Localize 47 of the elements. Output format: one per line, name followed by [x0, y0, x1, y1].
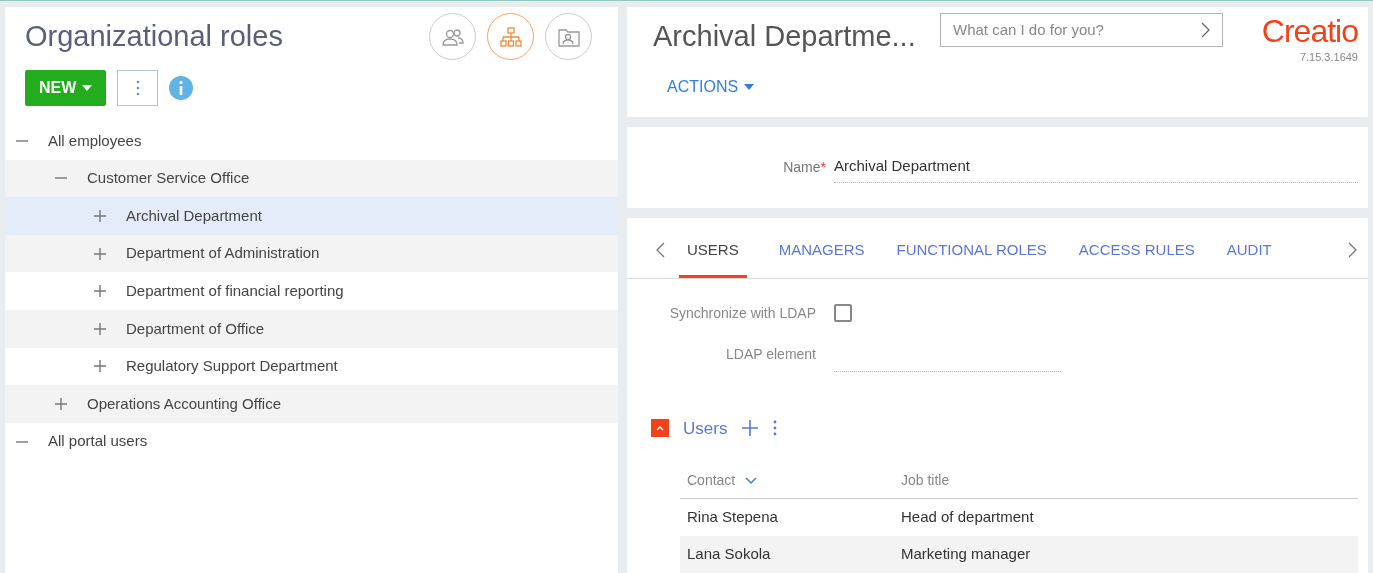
tab[interactable]: FUNCTIONAL ROLES — [896, 222, 1047, 278]
required-mark: * — [820, 158, 826, 175]
chevron-right-icon — [1201, 22, 1210, 38]
more-icon — [135, 80, 140, 96]
table-cell-text: Marketing manager — [901, 544, 1032, 565]
tree-item[interactable]: Customer Service Office — [5, 159, 618, 198]
field-label: LDAP element — [725, 345, 816, 364]
detail-title: Users — [683, 417, 728, 440]
expand-icon[interactable] — [54, 396, 68, 411]
more-button[interactable] — [117, 70, 159, 106]
search-field[interactable]: What can I do for you? — [940, 13, 1223, 47]
expand-icon[interactable] — [93, 209, 107, 223]
hierarchy-icon — [498, 25, 523, 48]
table-cell-text: Head of department — [901, 507, 1035, 528]
expand-icon[interactable] — [93, 359, 107, 374]
caret-icon — [82, 85, 93, 91]
actions-button[interactable]: ACTIONS — [667, 75, 755, 99]
table-cell-text: Lana Sokola — [686, 544, 772, 565]
column-header[interactable]: Job title — [901, 470, 1358, 491]
tab[interactable]: ACCESS RULES — [1078, 222, 1195, 278]
table-cell-text: Rina Stepena — [686, 507, 779, 528]
chevron-up-icon — [655, 424, 665, 433]
expand-icon[interactable] — [93, 284, 107, 299]
info-icon[interactable] — [169, 76, 194, 100]
page-title: Organizational roles — [25, 18, 283, 54]
more-icon[interactable] — [773, 420, 778, 437]
logo: Creatio — [1261, 12, 1358, 51]
checkbox[interactable] — [834, 304, 852, 322]
tab[interactable]: MANAGERS — [778, 222, 865, 278]
version-text: 7.15.3.1649 — [1299, 51, 1358, 63]
field-label: Name — [783, 158, 821, 175]
sort-down-icon — [745, 476, 758, 485]
tree-item[interactable]: Department of Administration — [5, 234, 618, 273]
field-label: Synchronize with LDAP — [668, 303, 816, 323]
tree-item[interactable]: Operations Accounting Office — [5, 385, 618, 423]
expand-icon[interactable] — [93, 321, 107, 336]
tab[interactable]: AUDIT — [1226, 222, 1272, 278]
tab[interactable]: USERS — [679, 222, 747, 278]
caret-icon — [744, 84, 755, 90]
name-field[interactable]: Archival Department — [834, 155, 1358, 183]
record-title: Archival Departme... — [653, 19, 917, 54]
collapse-button[interactable] — [651, 419, 669, 438]
column-header[interactable]: Contact — [680, 470, 901, 491]
tree-item[interactable]: Archival Department — [5, 197, 618, 235]
add-icon[interactable] — [741, 419, 760, 438]
expand-icon[interactable] — [93, 246, 107, 261]
tree-item[interactable]: Department of Office — [5, 309, 618, 348]
